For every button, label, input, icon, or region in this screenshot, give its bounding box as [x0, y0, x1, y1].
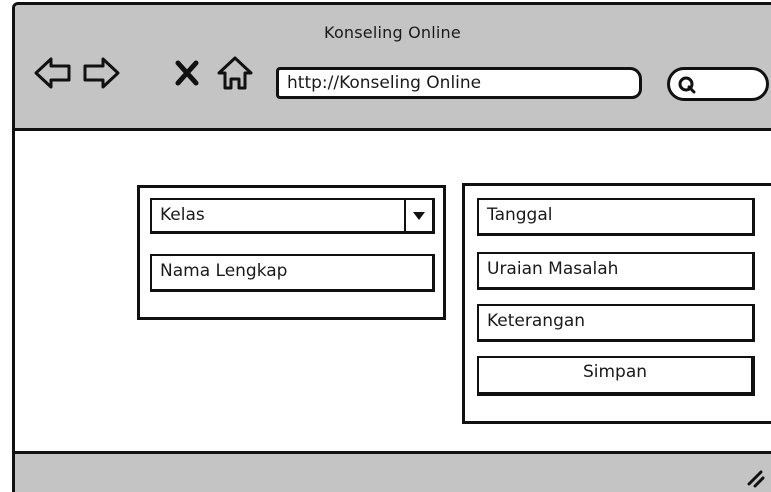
status-bar	[15, 451, 771, 492]
uraian-masalah-value: Uraian Masalah	[487, 259, 619, 279]
uraian-masalah-field[interactable]: Uraian Masalah	[477, 252, 755, 290]
tanggal-field[interactable]: Tanggal	[477, 198, 755, 236]
kelas-select-value: Kelas	[160, 205, 205, 225]
close-x-icon[interactable]	[167, 53, 207, 93]
kelas-select[interactable]: Kelas	[150, 198, 435, 234]
keterangan-value: Keterangan	[487, 311, 586, 331]
page: Konseling Online http://Konseling Online…	[0, 0, 771, 492]
counseling-form-panel: Tanggal Uraian Masalah Keterangan Simpan	[462, 183, 771, 424]
forward-arrow-icon[interactable]	[81, 53, 121, 93]
browser-toolbar: Konseling Online http://Konseling Online	[15, 5, 771, 131]
tanggal-value: Tanggal	[487, 205, 553, 225]
page-content: Kelas Nama Lengkap Tanggal Uraian Masala…	[15, 131, 771, 451]
simpan-button[interactable]: Simpan	[477, 356, 755, 396]
window-title: Konseling Online	[324, 23, 461, 42]
url-input[interactable]: http://Konseling Online	[276, 67, 642, 99]
keterangan-field[interactable]: Keterangan	[477, 304, 755, 342]
chevron-down-icon[interactable]	[404, 200, 432, 231]
student-info-panel: Kelas Nama Lengkap	[137, 185, 446, 320]
nama-lengkap-field[interactable]: Nama Lengkap	[150, 254, 435, 292]
home-icon[interactable]	[215, 53, 255, 93]
back-arrow-icon[interactable]	[33, 53, 73, 93]
search-icon	[678, 76, 696, 98]
search-input[interactable]	[667, 67, 769, 101]
browser-window: Konseling Online http://Konseling Online…	[12, 2, 771, 492]
nama-lengkap-value: Nama Lengkap	[160, 261, 288, 281]
resize-grip-icon[interactable]	[743, 466, 765, 492]
